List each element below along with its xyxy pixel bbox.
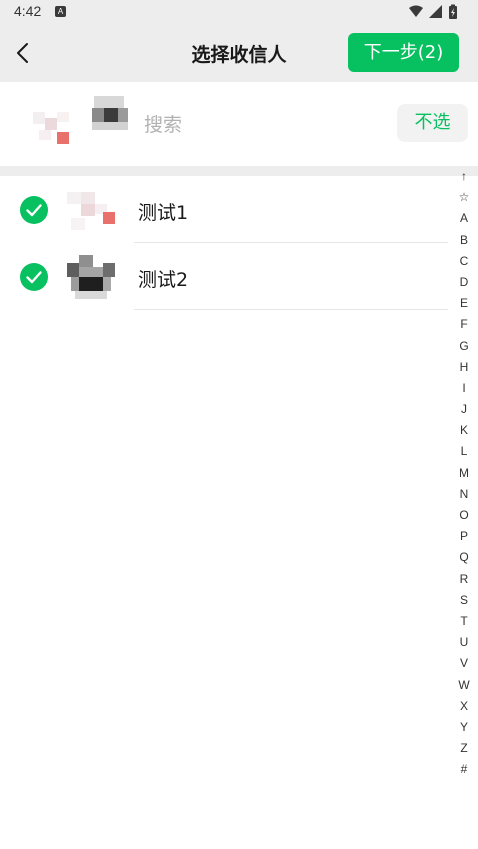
index-letter[interactable]: C xyxy=(452,251,476,272)
status-icons xyxy=(409,4,457,19)
select-recipient-screen: 4:42 A 选择收信人 下一步(2) 搜索 不选 测试1 测试2 ↑ ☆ A … xyxy=(0,0,478,849)
index-letter[interactable]: J xyxy=(452,399,476,420)
index-letter[interactable]: R xyxy=(452,569,476,590)
status-bar: 4:42 A xyxy=(0,0,478,24)
index-letter[interactable]: V xyxy=(452,653,476,674)
index-letter[interactable]: A xyxy=(452,208,476,229)
index-letter[interactable]: P xyxy=(452,526,476,547)
index-letter[interactable]: L xyxy=(452,441,476,462)
index-letter[interactable]: # xyxy=(452,759,476,780)
index-letter[interactable]: T xyxy=(452,611,476,632)
selected-avatar-1[interactable] xyxy=(33,104,73,144)
contact-row[interactable]: 测试1 xyxy=(0,176,448,243)
signal-icon xyxy=(429,5,442,18)
selected-avatar-2[interactable] xyxy=(90,96,130,136)
index-letter[interactable]: M xyxy=(452,463,476,484)
contact-name: 测试1 xyxy=(138,202,189,224)
index-letter[interactable]: X xyxy=(452,696,476,717)
index-letter[interactable]: O xyxy=(452,505,476,526)
section-divider xyxy=(0,166,478,176)
contact-name: 测试2 xyxy=(138,269,189,291)
battery-icon xyxy=(449,4,457,19)
index-letter[interactable]: F xyxy=(452,314,476,335)
index-letter[interactable]: ↑ xyxy=(452,166,476,187)
checkmark-icon[interactable] xyxy=(20,263,48,291)
search-input[interactable] xyxy=(144,110,374,140)
index-letter[interactable]: Z xyxy=(452,738,476,759)
row-divider xyxy=(134,309,448,310)
index-letter[interactable]: W xyxy=(452,675,476,696)
index-letter[interactable]: G xyxy=(452,336,476,357)
index-letter[interactable]: Q xyxy=(452,547,476,568)
status-time: 4:42 xyxy=(14,3,42,19)
index-letter[interactable]: E xyxy=(452,293,476,314)
index-letter[interactable]: D xyxy=(452,272,476,293)
alphabet-index[interactable]: ↑ ☆ A B C D E F G H I J K L M N O P Q R S T U V W X Y Z # xyxy=(452,166,476,780)
index-letter[interactable]: U xyxy=(452,632,476,653)
index-letter[interactable]: S xyxy=(452,590,476,611)
wifi-icon xyxy=(409,5,423,17)
checkmark-icon[interactable] xyxy=(20,196,48,224)
index-letter[interactable]: N xyxy=(452,484,476,505)
deselect-button[interactable]: 不选 xyxy=(397,104,468,142)
contact-avatar xyxy=(67,255,115,303)
a-notification-icon: A xyxy=(55,6,66,17)
search-row: 不选 xyxy=(0,82,478,166)
contact-list: 测试1 测试2 xyxy=(0,176,448,310)
index-letter[interactable]: B xyxy=(452,230,476,251)
index-letter[interactable]: ☆ xyxy=(452,187,476,208)
index-letter[interactable]: Y xyxy=(452,717,476,738)
next-step-button[interactable]: 下一步(2) xyxy=(348,33,459,72)
contact-row[interactable]: 测试2 xyxy=(0,243,448,310)
contact-avatar xyxy=(67,188,115,236)
index-letter[interactable]: K xyxy=(452,420,476,441)
index-letter[interactable]: H xyxy=(452,357,476,378)
index-letter[interactable]: I xyxy=(452,378,476,399)
nav-bar: 选择收信人 下一步(2) xyxy=(0,24,478,82)
